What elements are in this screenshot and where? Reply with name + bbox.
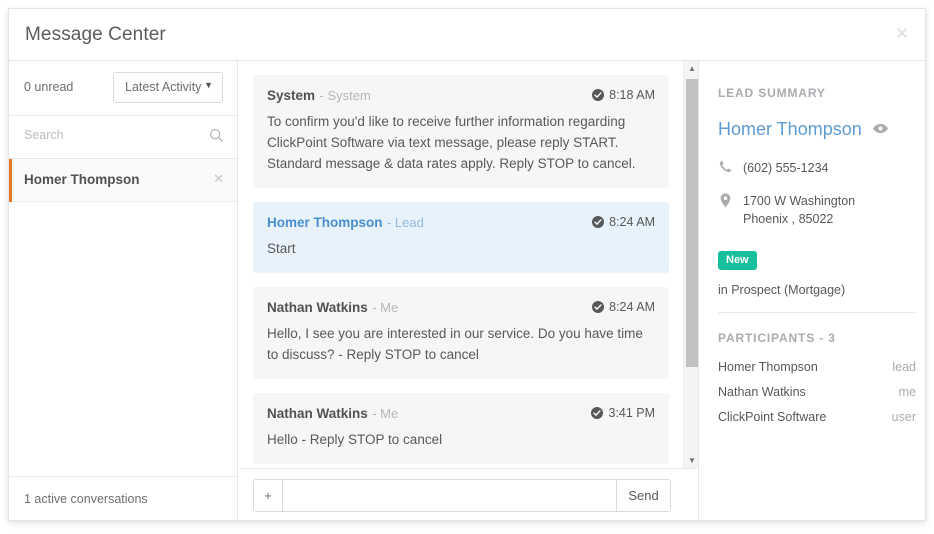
- sidebar-footer: 1 active conversations: [9, 476, 237, 520]
- participant-name: ClickPoint Software: [718, 410, 827, 424]
- page-title: Message Center: [25, 24, 166, 45]
- message-timestamp: 8:18 AM: [592, 88, 655, 104]
- message-body: Hello - Reply STOP to cancel: [267, 432, 443, 447]
- message-sender-role: - System: [319, 88, 371, 103]
- check-circle-icon: [592, 216, 605, 231]
- message-body: Start: [267, 241, 296, 256]
- lead-address-line2: Phoenix , 85022: [743, 212, 834, 226]
- list-item: ClickPoint Software user: [718, 407, 916, 432]
- lead-name-link[interactable]: Homer Thompson: [718, 118, 916, 140]
- phone-icon: [718, 160, 733, 178]
- status-badge: New: [718, 251, 757, 270]
- message-timestamp: 8:24 AM: [592, 215, 655, 231]
- message-body: To confirm you'd like to receive further…: [267, 114, 636, 171]
- message-header: Nathan Watkins - Me 8:24 AM: [267, 299, 655, 316]
- message-time-text: 8:24 AM: [609, 215, 655, 229]
- message-header: Nathan Watkins - Me 3:41 PM: [267, 405, 655, 422]
- participant-name: Nathan Watkins: [718, 385, 806, 399]
- participant-role: lead: [892, 360, 916, 374]
- message-thread-pane: System - System 8:18 AM To confirm you'd…: [239, 61, 697, 520]
- message-sender: Nathan Watkins: [267, 406, 368, 421]
- message-item: Homer Thompson - Lead 8:24 AM Start: [253, 202, 669, 273]
- sort-select-value: Latest Activity: [125, 80, 202, 94]
- lead-address-line1: 1700 W Washington: [743, 194, 856, 208]
- participant-role: me: [898, 385, 916, 399]
- message-time-text: 8:24 AM: [609, 300, 655, 314]
- participant-role: user: [891, 410, 916, 424]
- lead-summary-panel: LEAD SUMMARY Homer Thompson (602) 555-12…: [698, 61, 925, 520]
- message-body: Hello, I see you are interested in our s…: [267, 326, 643, 362]
- message-timestamp: 8:24 AM: [592, 300, 655, 316]
- conversations-sidebar: 0 unread Latest Activity ▼ Homer Thompso…: [9, 61, 238, 520]
- active-conversations-label: 1 active conversations: [24, 492, 148, 506]
- unread-count-label: 0 unread: [24, 80, 74, 94]
- message-sender-role: - Lead: [386, 215, 424, 230]
- message-list[interactable]: System - System 8:18 AM To confirm you'd…: [239, 61, 683, 468]
- participant-name: Homer Thompson: [718, 360, 818, 374]
- message-sender: Homer Thompson: [267, 215, 383, 230]
- message-item: Nathan Watkins - Me 3:41 PM Hello - Repl…: [253, 393, 669, 464]
- message-sender-role: - Me: [372, 406, 399, 421]
- search-row: [9, 116, 237, 159]
- list-item: Nathan Watkins me: [718, 382, 916, 407]
- search-input[interactable]: [24, 128, 199, 142]
- participants-heading: PARTICIPANTS - 3: [718, 331, 836, 345]
- list-item[interactable]: Homer Thompson ✕: [9, 159, 237, 202]
- lead-summary-heading: LEAD SUMMARY: [718, 86, 826, 100]
- compose-bar: + Send: [239, 468, 697, 520]
- message-time-text: 8:18 AM: [609, 88, 655, 102]
- sort-select[interactable]: Latest Activity ▼: [113, 72, 223, 103]
- message-item: Nathan Watkins - Me 8:24 AM Hello, I see…: [253, 287, 669, 379]
- conversation-list: Homer Thompson ✕: [9, 159, 237, 494]
- check-circle-icon: [592, 89, 605, 104]
- message-sender-role: - Me: [372, 300, 399, 315]
- message-time-text: 3:41 PM: [608, 406, 655, 420]
- lead-address-row: 1700 W Washington Phoenix , 85022: [718, 192, 916, 228]
- scrollbar-thumb[interactable]: [686, 79, 698, 367]
- sidebar-toolbar: 0 unread Latest Activity ▼: [9, 61, 237, 116]
- attach-button[interactable]: +: [254, 480, 283, 511]
- check-circle-icon: [592, 301, 605, 316]
- send-button[interactable]: Send: [616, 480, 670, 511]
- list-item: Homer Thompson lead: [718, 357, 916, 382]
- chevron-down-icon: ▼: [204, 80, 213, 90]
- lead-phone-text: (602) 555-1234: [743, 161, 829, 175]
- search-icon[interactable]: [209, 128, 224, 143]
- message-sender: Nathan Watkins: [267, 300, 368, 315]
- message-input[interactable]: [284, 480, 616, 511]
- divider: [718, 312, 916, 313]
- lead-phone-row: (602) 555-1234: [718, 159, 916, 177]
- selected-accent-bar: [9, 159, 12, 202]
- conversation-name: Homer Thompson: [24, 172, 140, 187]
- eye-icon[interactable]: [872, 118, 888, 139]
- close-icon[interactable]: ✕: [889, 21, 915, 47]
- message-timestamp: 3:41 PM: [591, 406, 655, 422]
- check-circle-icon: [591, 407, 604, 422]
- modal-titlebar: Message Center ✕: [9, 9, 925, 61]
- map-pin-icon: [718, 193, 733, 213]
- compose-box: + Send: [253, 479, 671, 512]
- lead-stage-text: in Prospect (Mortgage): [718, 283, 846, 297]
- close-icon[interactable]: ✕: [213, 171, 224, 187]
- message-list-scrollbar[interactable]: ▲ ▼: [683, 61, 699, 468]
- message-header: Homer Thompson - Lead 8:24 AM: [267, 214, 655, 231]
- message-item: System - System 8:18 AM To confirm you'd…: [253, 75, 669, 188]
- message-header: System - System 8:18 AM: [267, 87, 655, 104]
- message-sender: System: [267, 88, 316, 103]
- message-center-modal: Message Center ✕ 0 unread Latest Activit…: [8, 8, 926, 521]
- lead-name-text: Homer Thompson: [718, 119, 862, 139]
